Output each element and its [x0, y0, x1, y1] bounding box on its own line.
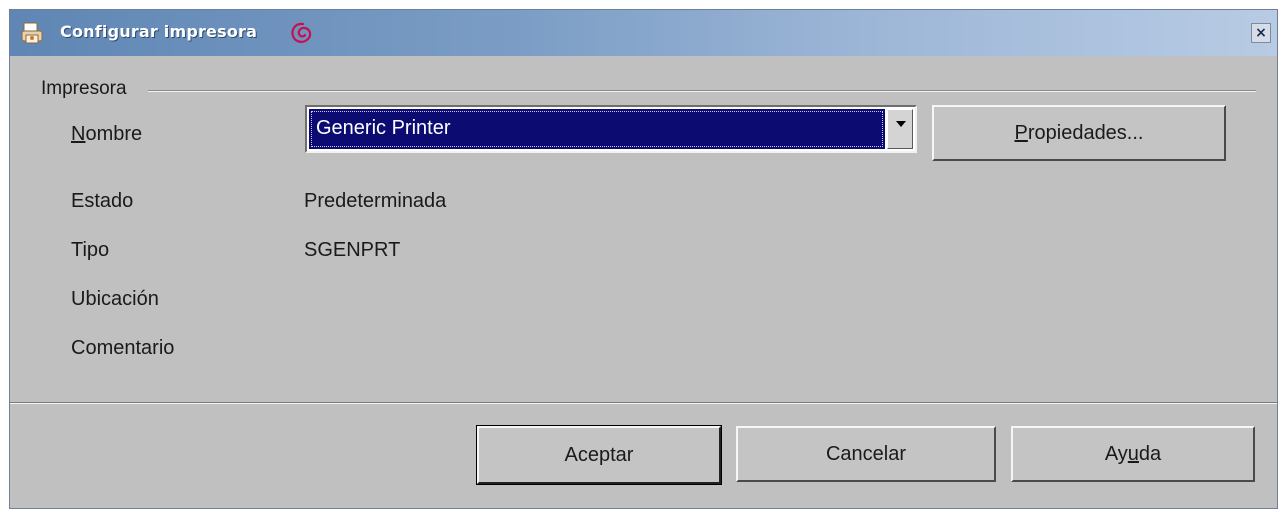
chevron-down-icon: [896, 121, 906, 127]
location-label: Ubicación: [71, 288, 159, 310]
properties-button[interactable]: Propiedades...: [932, 105, 1226, 161]
button-area-divider: [10, 402, 1277, 404]
close-button[interactable]: ×: [1251, 23, 1271, 43]
cancel-button[interactable]: Cancelar: [736, 426, 996, 482]
help-button[interactable]: Ayuda: [1011, 426, 1255, 482]
print-setup-dialog: Configurar impresora × Impresora Nombre …: [9, 9, 1278, 509]
group-divider: [148, 90, 1256, 92]
window-title: Configurar impresora: [60, 22, 258, 41]
printer-name-value: Generic Printer: [309, 109, 885, 149]
comment-label: Comentario: [71, 337, 175, 359]
printer-group-label: Impresora: [41, 78, 127, 99]
status-value: Predeterminada: [304, 190, 447, 212]
dropdown-button[interactable]: [887, 109, 913, 149]
printer-name-select[interactable]: Generic Printer: [305, 105, 917, 153]
type-label: Tipo: [71, 239, 110, 261]
printer-icon: [21, 22, 43, 44]
type-value: SGENPRT: [304, 239, 401, 261]
name-label: Nombre: [71, 123, 143, 145]
title-bar[interactable]: Configurar impresora ×: [10, 10, 1277, 56]
debian-swirl-icon: [291, 22, 312, 43]
ok-button[interactable]: Aceptar: [477, 426, 721, 484]
close-icon: ×: [1255, 25, 1267, 41]
status-label: Estado: [71, 190, 134, 212]
